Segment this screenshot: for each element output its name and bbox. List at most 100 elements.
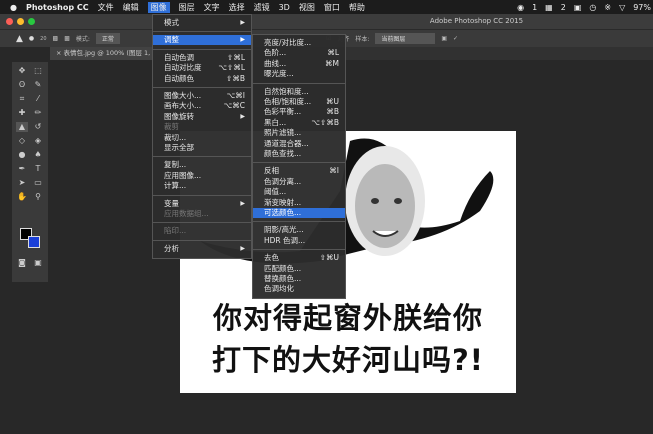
hand-tool-icon[interactable]: ✋ (16, 192, 28, 202)
menu-item-9[interactable]: 画布大小... ⌥⌘C (153, 101, 251, 111)
display-icon[interactable]: ▣ (574, 3, 582, 12)
wechat-icon[interactable]: ◉ (517, 3, 524, 12)
menu-item-2[interactable]: 调整 ▶ (153, 35, 251, 46)
quick-mask-icon[interactable]: ◙ (16, 258, 28, 268)
menu-help[interactable]: 帮助 (349, 2, 365, 13)
menu-separator (253, 249, 345, 251)
menu-item-16[interactable]: 渐变映射... (253, 198, 345, 208)
menu-image[interactable]: 图像 (147, 1, 170, 13)
menu-item-13[interactable]: 反相 ⌘I (253, 166, 345, 176)
brush-panel-icon[interactable]: ▩ (64, 35, 70, 42)
mode-select[interactable]: 正常 (95, 33, 120, 44)
time-machine-icon[interactable]: ◷ (589, 3, 596, 12)
menu-item-22[interactable]: 去色 ⇧⌘U (253, 253, 345, 263)
eraser-icon[interactable]: ◇ (16, 136, 28, 146)
menu-item-10[interactable]: 图像旋转 ▶ (153, 112, 251, 122)
background-color-swatch[interactable] (28, 236, 40, 248)
path-select-icon[interactable]: ➤ (16, 178, 28, 188)
menu-item-13[interactable]: 显示全部 (153, 143, 251, 153)
menu-item-8[interactable]: 黑白... ⌥⇧⌘B (253, 118, 345, 128)
menu-item-17[interactable]: 可选颜色... (253, 208, 345, 218)
menu-app[interactable]: Photoshop CC (26, 3, 89, 12)
brush-preset-picker[interactable]: ● (29, 35, 34, 42)
menu-item-25[interactable]: 色调均化 (253, 284, 345, 294)
menu-item-5[interactable]: 自然饱和度... (253, 87, 345, 97)
sample-select[interactable]: 当前图层 (375, 33, 436, 44)
menu-item-8[interactable]: 图像大小... ⌥⌘I (153, 91, 251, 101)
blur-tool-icon[interactable]: ● (16, 150, 28, 160)
stamp-tool-icon[interactable]: ▲ (16, 34, 23, 44)
menu-item-24[interactable]: 替换颜色... (253, 274, 345, 284)
menu-select[interactable]: 选择 (229, 2, 245, 13)
menu-item-6[interactable]: 自动颜色 ⇧⌘B (153, 74, 251, 84)
type-tool-icon[interactable]: T (32, 164, 44, 174)
menu-item-10[interactable]: 通道混合器... (253, 139, 345, 149)
menu-item-label: 应用数据组... (164, 209, 209, 218)
menu-item-24[interactable]: 分析 ▶ (153, 244, 251, 254)
history-brush-icon[interactable]: ↺ (32, 122, 44, 132)
wifi-icon[interactable]: ▽ (619, 3, 625, 12)
pen-tool-icon[interactable]: ✒ (16, 164, 28, 174)
menu-layer[interactable]: 图层 (179, 2, 195, 13)
ignore-adjustment-icon[interactable]: ▣ (441, 35, 447, 42)
lasso-tool-icon[interactable]: ʘ (16, 80, 28, 90)
move-tool-icon[interactable]: ✥ (16, 66, 28, 76)
menu-item-5[interactable]: 自动对比度 ⌥⇧⌘L (153, 63, 251, 73)
menu-item-label: 图像大小... (164, 91, 202, 100)
menu-edit[interactable]: 编辑 (123, 2, 139, 13)
minimize-button[interactable] (17, 18, 24, 25)
apple-icon[interactable]: ● (10, 3, 17, 12)
brush-tool-icon[interactable]: ✏ (32, 108, 44, 118)
menu-item-16[interactable]: 应用图像... (153, 171, 251, 181)
menu-item-label: 匹配颜色... (264, 263, 302, 273)
menu-item-0[interactable]: 模式 ▶ (153, 18, 251, 28)
menu-item-15[interactable]: 阈值... (253, 187, 345, 197)
menu-item-shortcut: ⌘U (326, 97, 339, 106)
menu-item-4[interactable]: 自动色调 ⇧⌘L (153, 53, 251, 63)
menu-item-shortcut: ⌘L (327, 48, 339, 58)
bluetooth-icon[interactable]: ※ (604, 3, 611, 12)
menu-type[interactable]: 文字 (204, 2, 220, 13)
menu-item-12[interactable]: 裁切... (153, 133, 251, 143)
quick-select-icon[interactable]: ✎ (32, 80, 44, 90)
menu-item-2[interactable]: 曲线... ⌘M (253, 59, 345, 69)
dodge-tool-icon[interactable]: ♠ (32, 150, 44, 160)
marquee-tool-icon[interactable]: ⬚ (32, 66, 44, 76)
zoom-tool-icon[interactable]: ⚲ (32, 192, 44, 202)
menu-item-23[interactable]: 匹配颜色... (253, 264, 345, 274)
eyedropper-icon[interactable]: ⁄ (32, 94, 44, 104)
document-tab[interactable]: × 表情包.jpg @ 100% (图层 1, (50, 47, 160, 60)
menu-item-19[interactable]: 变量 ▶ (153, 199, 251, 209)
menu-view[interactable]: 视图 (299, 2, 315, 13)
screen-mode-icon[interactable]: ▣ (32, 258, 44, 268)
menu-item-3[interactable]: 曝光度... (253, 69, 345, 79)
menu-3d[interactable]: 3D (279, 3, 290, 12)
menu-item-17[interactable]: 计算... (153, 181, 251, 191)
menu-item-20[interactable]: HDR 色调... (253, 236, 345, 246)
menu-filter[interactable]: 滤镜 (254, 2, 270, 13)
clone-stamp-icon[interactable]: ▲ (16, 122, 28, 132)
menu-item-15[interactable]: 复制... (153, 160, 251, 170)
menu-item-9[interactable]: 照片滤镜... (253, 128, 345, 138)
shape-tool-icon[interactable]: ▭ (32, 178, 44, 188)
menu-window[interactable]: 窗口 (324, 2, 340, 13)
menu-item-label: 黑白... (264, 117, 287, 127)
menu-separator (153, 31, 251, 33)
menu-item-11[interactable]: 颜色查找... (253, 149, 345, 159)
menu-file[interactable]: 文件 (98, 2, 114, 13)
healing-brush-icon[interactable]: ✚ (16, 108, 28, 118)
close-button[interactable] (6, 18, 13, 25)
crop-tool-icon[interactable]: ⌗ (16, 94, 28, 104)
menu-item-19[interactable]: 阴影/高光... (253, 225, 345, 235)
tray-icon[interactable]: ▦ (545, 3, 553, 12)
menu-item-0[interactable]: 亮度/对比度... (253, 38, 345, 48)
paint-bucket-icon[interactable]: ◈ (32, 136, 44, 146)
pressure-icon[interactable]: ✓ (453, 35, 458, 42)
menu-item-7[interactable]: 色彩平衡... ⌘B (253, 107, 345, 117)
menu-item-14[interactable]: 色调分离... (253, 177, 345, 187)
menu-separator (153, 239, 251, 241)
zoom-button[interactable] (28, 18, 35, 25)
menu-item-1[interactable]: 色阶... ⌘L (253, 48, 345, 58)
clone-source-icon[interactable]: ▩ (53, 35, 59, 42)
menu-item-6[interactable]: 色相/饱和度... ⌘U (253, 97, 345, 107)
